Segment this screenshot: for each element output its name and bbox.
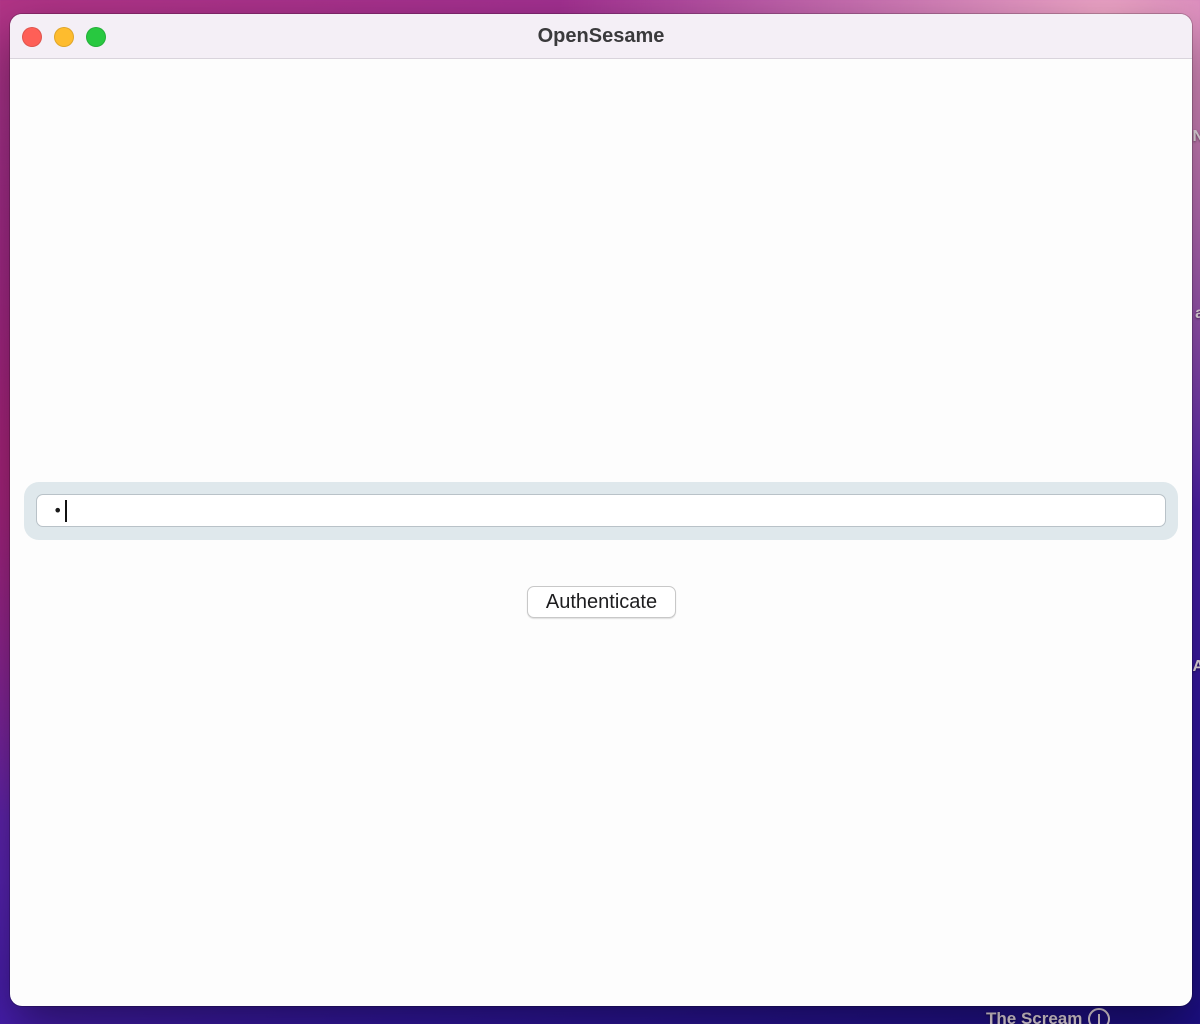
close-button[interactable]	[22, 27, 42, 47]
text-caret	[65, 499, 68, 522]
desktop-item-label-1[interactable]: N	[1192, 128, 1200, 146]
desktop-item-the-scream-label: The Scream	[986, 1009, 1083, 1024]
window-title: OpenSesame	[537, 24, 665, 47]
zoom-button[interactable]	[86, 27, 106, 47]
authenticate-button[interactable]: Authenticate	[527, 586, 676, 618]
desktop-item-label-2[interactable]: a	[1195, 305, 1200, 323]
title-bar[interactable]: OpenSesame	[10, 14, 1192, 59]
window-controls	[22, 27, 106, 47]
cloud-download-icon	[1088, 1008, 1111, 1024]
window-content: • Authenticate	[10, 59, 1192, 1006]
password-field[interactable]: •	[36, 494, 1166, 527]
desktop-item-label-3[interactable]: A	[1192, 658, 1200, 676]
password-focus-ring: •	[24, 482, 1178, 540]
desktop-item-the-scream[interactable]: The Scream	[986, 1008, 1111, 1024]
minimize-button[interactable]	[54, 27, 74, 47]
app-window: OpenSesame • Authenticate	[10, 14, 1192, 1006]
password-masked-value: •	[53, 501, 65, 520]
